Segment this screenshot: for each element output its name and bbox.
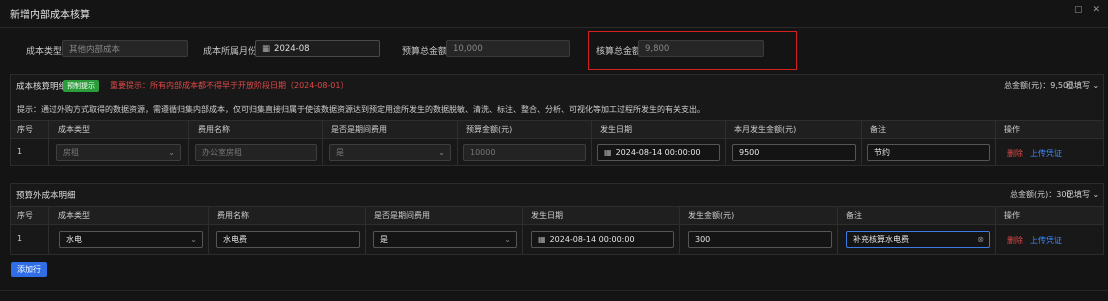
cost-type-label: 成本类型 xyxy=(26,47,63,57)
period-expense-select[interactable]: 是 ⌄ xyxy=(329,144,451,161)
budget-total-field: 10,000 xyxy=(446,40,570,57)
upload-voucher-link[interactable]: 上传凭证 xyxy=(1030,148,1062,159)
delete-link[interactable]: 删除 xyxy=(1007,148,1023,159)
calendar-icon: ▦ xyxy=(538,235,546,244)
close-icon[interactable]: ✕ xyxy=(1092,5,1100,15)
clear-icon[interactable]: ⊗ xyxy=(977,235,984,244)
maximize-icon[interactable]: ▢ xyxy=(1074,5,1083,15)
date-picker[interactable]: ▦ 2024-08-14 00:00:00 xyxy=(531,231,674,248)
calendar-icon: ▦ xyxy=(262,43,271,54)
preset-tag: 预制提示 xyxy=(63,80,99,92)
amount-input[interactable]: 300 xyxy=(688,231,832,248)
cost-type-select[interactable]: 房租 ⌄ xyxy=(56,144,181,161)
chevron-down-icon: ⌄ xyxy=(190,235,197,244)
budget-amount-input[interactable]: 10000 xyxy=(463,144,586,161)
table-row: 1 水电 ⌄ 水电费 是 ⌄ ▦ 2024-08-14 00:00:00 300 补充… xyxy=(11,225,1103,253)
month-picker[interactable]: ▦ 2024-08 xyxy=(255,40,380,57)
extra-section-title: 预算外成本明细 xyxy=(16,191,76,201)
month-amount-input[interactable]: 9500 xyxy=(732,144,856,161)
budget-status[interactable]: 已填写 ⌄ xyxy=(1066,80,1099,91)
date-picker[interactable]: ▦ 2024-08-14 00:00:00 xyxy=(597,144,720,161)
warning-text: 重要提示：所有内部成本都不得早于开放阶段日期（2024-08-01） xyxy=(110,81,349,90)
check-total-field: 9,800 xyxy=(638,40,764,57)
chevron-down-icon: ⌄ xyxy=(438,148,445,157)
extra-status[interactable]: 已填写 ⌄ xyxy=(1066,189,1099,200)
window-controls: ▢ ✕ xyxy=(1074,5,1100,15)
chevron-down-icon: ⌄ xyxy=(1092,81,1100,90)
budget-section-title: 成本核算明细 xyxy=(16,82,68,92)
table-row: 1 房租 ⌄ 办公室房租 是 ⌄ 10000 ▦ 2024-08-14 00:00:0… xyxy=(11,139,1103,166)
extra-total-text: 总金额(元)：300 xyxy=(1010,190,1072,199)
header-divider xyxy=(0,27,1108,28)
month-value: 2024-08 xyxy=(274,43,310,54)
delete-link[interactable]: 删除 xyxy=(1007,235,1023,246)
upload-voucher-link[interactable]: 上传凭证 xyxy=(1030,235,1062,246)
footer-divider xyxy=(0,290,1108,291)
check-total-label: 核算总金额 xyxy=(596,47,642,57)
expense-name-input[interactable]: 办公室房租 xyxy=(195,144,317,161)
month-label: 成本所属月份 xyxy=(203,47,258,57)
note-input[interactable]: 节约 xyxy=(867,144,990,161)
row-index: 1 xyxy=(17,234,23,243)
dialog-title: 新增内部成本核算 xyxy=(10,10,90,21)
period-expense-select[interactable]: 是 ⌄ xyxy=(373,231,517,248)
chevron-down-icon: ⌄ xyxy=(1092,190,1100,199)
expense-name-input[interactable]: 水电费 xyxy=(216,231,360,248)
calendar-icon: ▦ xyxy=(604,148,612,157)
cost-type-select[interactable]: 水电 ⌄ xyxy=(59,231,203,248)
chevron-down-icon: ⌄ xyxy=(168,148,175,157)
note-input[interactable]: 补充核算水电费 ⊗ xyxy=(846,231,990,248)
row-index: 1 xyxy=(17,147,23,156)
cost-type-input[interactable]: 其他内部成本 xyxy=(62,40,188,57)
hint-text: 提示：通过外购方式取得的数据资源，需遵循归集内部成本，仅可归集直接归属于使该数据… xyxy=(17,105,705,114)
budget-total-text: 总金额(元)：9,500 xyxy=(1004,81,1074,90)
add-row-button[interactable]: 添加行 xyxy=(11,262,47,277)
chevron-down-icon: ⌄ xyxy=(504,235,511,244)
budget-total-label: 预算总金额 xyxy=(402,47,448,57)
